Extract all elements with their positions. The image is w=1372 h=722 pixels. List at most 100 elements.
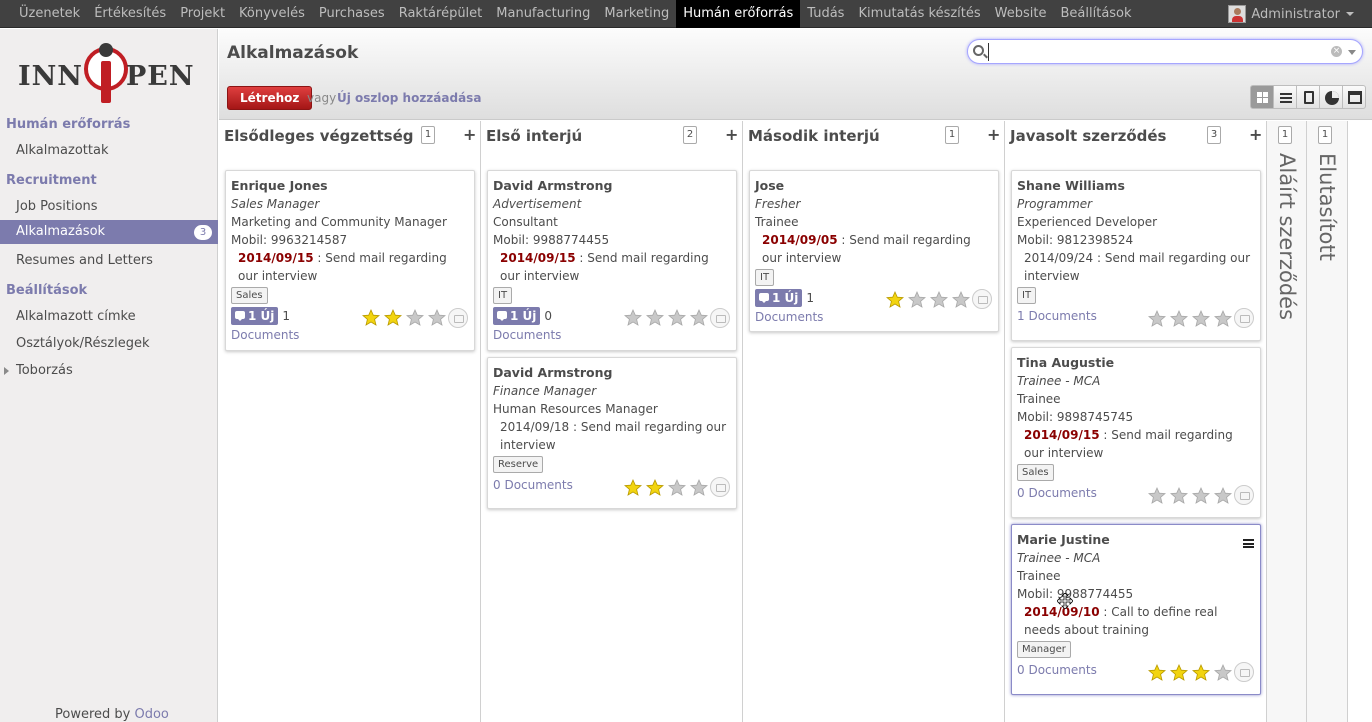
applicant-card[interactable]: Shane Williams Programmer Experienced De… xyxy=(1011,170,1261,341)
star-icon[interactable] xyxy=(428,309,446,326)
search-options-toggle[interactable] xyxy=(1348,50,1356,55)
menu-item-reporting[interactable]: Kimutatás készítés xyxy=(851,0,987,28)
star-icon[interactable] xyxy=(952,291,970,308)
star-icon[interactable] xyxy=(384,309,402,326)
menu-item-project[interactable]: Projekt xyxy=(173,0,232,28)
tag: Sales xyxy=(231,287,268,304)
sidebar-item-recruitment-config[interactable]: Toborzás xyxy=(0,359,218,383)
quick-create-button[interactable]: + xyxy=(987,125,1000,144)
column-title[interactable]: Első interjú xyxy=(486,127,582,145)
star-icon[interactable] xyxy=(668,479,686,496)
column-title[interactable]: Elsődleges végzettség xyxy=(224,127,414,145)
star-icon[interactable] xyxy=(1214,487,1232,504)
star-icon[interactable] xyxy=(1192,664,1210,681)
star-icon[interactable] xyxy=(362,309,380,326)
camera-icon[interactable] xyxy=(448,308,468,328)
camera-icon[interactable] xyxy=(710,477,730,497)
odoo-link[interactable]: Odoo xyxy=(134,707,168,722)
star-icon[interactable] xyxy=(1170,664,1188,681)
graph-view-button[interactable] xyxy=(1319,85,1343,109)
applicant-card[interactable]: David Armstrong Advertisement Consultant… xyxy=(487,170,737,351)
star-icon[interactable] xyxy=(1192,310,1210,327)
unread-badge[interactable]: 1 Új xyxy=(755,289,803,307)
create-button[interactable]: Létrehoz xyxy=(227,86,313,110)
menu-item-accounting[interactable]: Könyvelés xyxy=(232,0,312,28)
sidebar-item-job-positions[interactable]: Job Positions xyxy=(0,195,218,219)
list-view-button[interactable] xyxy=(1273,85,1297,109)
menu-item-website[interactable]: Website xyxy=(988,0,1054,28)
sidebar-item-resumes[interactable]: Resumes and Letters xyxy=(0,249,218,273)
applicant-card[interactable]: Tina Augustie Trainee - MCA Trainee Mobi… xyxy=(1011,347,1261,518)
kanban-column: Javasolt szerződés 3 + Shane Williams Pr… xyxy=(1005,121,1267,722)
camera-icon[interactable] xyxy=(1234,308,1254,328)
unread-badge[interactable]: 1 Új xyxy=(493,307,541,325)
camera-icon[interactable] xyxy=(1234,485,1254,505)
menu-item-messages[interactable]: Üzenetek xyxy=(12,0,87,28)
star-icon[interactable] xyxy=(646,309,664,326)
add-column-link[interactable]: Új oszlop hozzáadása xyxy=(337,91,481,105)
calendar-view-button[interactable] xyxy=(1342,85,1366,109)
camera-icon[interactable] xyxy=(1234,662,1254,682)
camera-icon[interactable] xyxy=(710,308,730,328)
column-title[interactable]: Javasolt szerződés xyxy=(1010,127,1166,145)
star-icon[interactable] xyxy=(1192,487,1210,504)
company-logo[interactable]: INN PEN xyxy=(18,43,200,107)
star-icon[interactable] xyxy=(886,291,904,308)
menu-item-settings[interactable]: Beállítások xyxy=(1054,0,1139,28)
folded-column-signed[interactable]: 1 Aláírt szerződés xyxy=(1267,121,1307,722)
menu-item-sales[interactable]: Értékesítés xyxy=(87,0,173,28)
search-box[interactable]: × xyxy=(967,39,1363,64)
menu-item-marketing[interactable]: Marketing xyxy=(597,0,676,28)
star-icon[interactable] xyxy=(1148,310,1166,327)
sidebar-item-applications[interactable]: Alkalmazások 3 xyxy=(0,220,218,244)
documents-link[interactable]: Documents xyxy=(231,326,469,344)
folded-column-refused[interactable]: 1 Elutasított xyxy=(1307,121,1348,722)
documents-link[interactable]: Documents xyxy=(755,308,993,326)
quick-create-button[interactable]: + xyxy=(1249,125,1262,144)
column-title[interactable]: Második interjú xyxy=(748,127,880,145)
clear-icon[interactable]: × xyxy=(1331,46,1342,57)
menu-item-human-resources[interactable]: Humán erőforrás xyxy=(676,0,801,28)
applicant-card[interactable]: David Armstrong Finance Manager Human Re… xyxy=(487,357,737,509)
sidebar-item-employees[interactable]: Alkalmazottak xyxy=(0,139,218,163)
star-icon[interactable] xyxy=(624,479,642,496)
menu-item-warehouse[interactable]: Raktárépület xyxy=(392,0,490,28)
form-view-button[interactable] xyxy=(1296,85,1320,109)
unread-badge[interactable]: 1 Új xyxy=(231,307,279,325)
star-icon[interactable] xyxy=(1214,664,1232,681)
applicant-card[interactable]: Jose Fresher Trainee 2014/09/05 : Send m… xyxy=(749,170,999,332)
star-icon[interactable] xyxy=(690,309,708,326)
star-icon[interactable] xyxy=(646,479,664,496)
documents-link[interactable]: Documents xyxy=(493,326,731,344)
star-icon[interactable] xyxy=(1170,487,1188,504)
quick-create-button[interactable]: + xyxy=(725,125,738,144)
menu-item-knowledge[interactable]: Tudás xyxy=(800,0,851,28)
expand-arrow-icon[interactable] xyxy=(4,367,9,375)
menu-item-purchases[interactable]: Purchases xyxy=(312,0,392,28)
hamburger-icon[interactable] xyxy=(1243,539,1254,548)
quick-create-button[interactable]: + xyxy=(463,125,476,144)
applicant-card[interactable]: Enrique Jones Sales Manager Marketing an… xyxy=(225,170,475,351)
star-icon[interactable] xyxy=(930,291,948,308)
column-count: 2 xyxy=(683,126,697,144)
star-icon[interactable] xyxy=(1214,310,1232,327)
menu-item-manufacturing[interactable]: Manufacturing xyxy=(489,0,597,28)
user-menu[interactable]: Administrator xyxy=(1228,5,1354,23)
star-icon[interactable] xyxy=(1170,310,1188,327)
search-input[interactable] xyxy=(988,43,1318,61)
sidebar-item-departments[interactable]: Osztályok/Részlegek xyxy=(0,332,218,356)
star-icon[interactable] xyxy=(624,309,642,326)
star-icon[interactable] xyxy=(1148,664,1166,681)
star-icon[interactable] xyxy=(908,291,926,308)
applicant-card[interactable]: Marie Justine Trainee - MCA Trainee Mobi… xyxy=(1011,524,1261,695)
star-icon[interactable] xyxy=(690,479,708,496)
sidebar-item-employee-tags[interactable]: Alkalmazott címke xyxy=(0,305,218,329)
activity-date: 2014/09/05 xyxy=(762,233,838,247)
kanban-view-button[interactable] xyxy=(1250,85,1274,109)
star-icon[interactable] xyxy=(668,309,686,326)
star-icon[interactable] xyxy=(1148,487,1166,504)
star-icon[interactable] xyxy=(406,309,424,326)
camera-icon[interactable] xyxy=(972,289,992,309)
sidebar-section-settings: Beállítások xyxy=(6,283,88,298)
applicant-name: Marie Justine xyxy=(1017,532,1110,547)
